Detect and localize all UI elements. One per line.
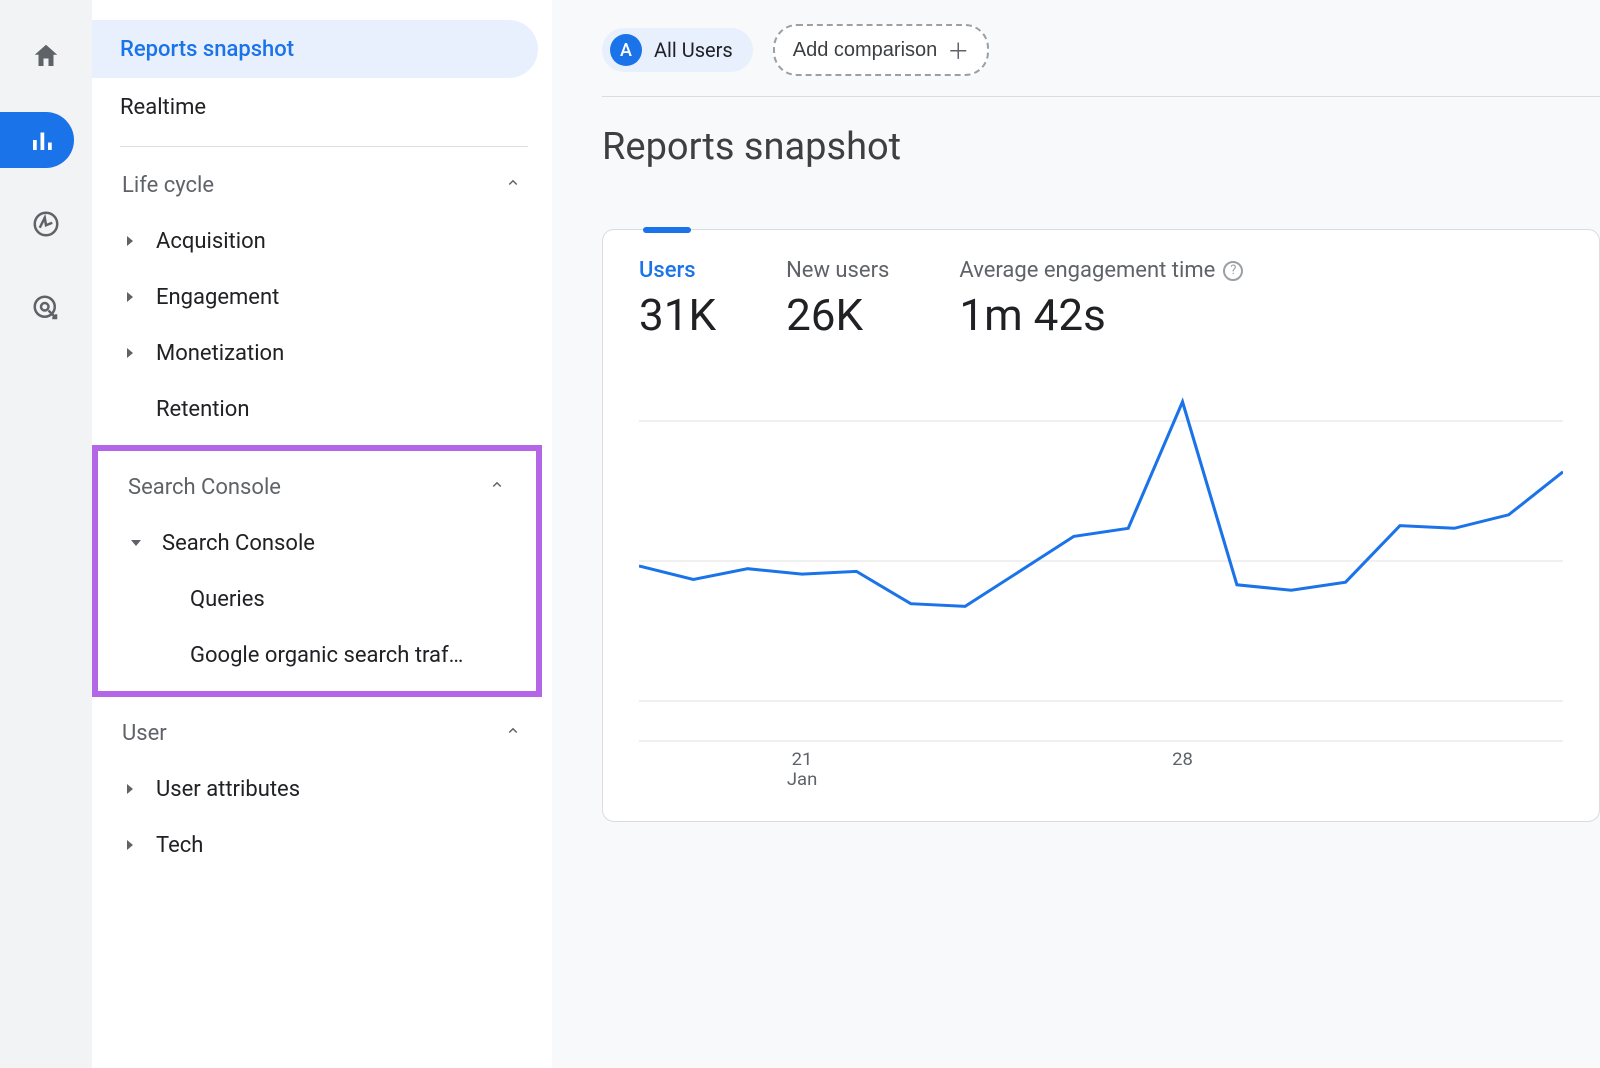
sidebar-item-label: Acquisition [156, 229, 266, 254]
section-title: Life cycle [122, 173, 214, 198]
sidebar-item-label: Queries [190, 587, 265, 612]
rail-home[interactable] [18, 28, 74, 84]
segment-avatar: A [610, 34, 642, 66]
button-label: Add comparison [793, 39, 938, 62]
divider [602, 96, 1600, 97]
caret-right-icon [122, 839, 138, 851]
metric-users[interactable]: Users 31K [639, 258, 716, 341]
help-icon[interactable]: ? [1223, 261, 1243, 281]
metric-label: New users [786, 258, 889, 283]
page-title: Reports snapshot [602, 125, 1600, 169]
metric-avg-engagement[interactable]: Average engagement time ? 1m 42s [959, 258, 1243, 341]
chevron-up-icon [504, 721, 522, 746]
metric-new-users[interactable]: New users 26K [786, 258, 889, 341]
sidebar-engagement[interactable]: Engagement [92, 269, 552, 325]
sidebar-item-label: Engagement [156, 285, 279, 310]
sidebar-organic-traffic[interactable]: Google organic search traf… [98, 627, 536, 683]
rail-advertising[interactable] [18, 280, 74, 336]
sidebar-item-label: Realtime [120, 95, 206, 120]
sidebar-monetization[interactable]: Monetization [92, 325, 552, 381]
sidebar-queries[interactable]: Queries [98, 571, 536, 627]
sidebar-item-label: User attributes [156, 777, 300, 802]
sidebar-item-label: Tech [156, 833, 203, 858]
sidebar-item-label: Search Console [162, 531, 315, 556]
chart-svg: 21Jan 28 [639, 381, 1563, 801]
svg-text:28: 28 [1172, 749, 1193, 770]
metric-value: 26K [786, 289, 889, 341]
search-console-highlight: Search Console Search Console Queries Go… [92, 445, 542, 697]
sidebar-tech[interactable]: Tech [92, 817, 552, 873]
sidebar-reports-snapshot[interactable]: Reports snapshot [92, 20, 538, 78]
sidebar-item-label: Reports snapshot [120, 37, 294, 62]
add-comparison-button[interactable]: Add comparison ＋ [773, 24, 990, 76]
plus-icon: ＋ [947, 34, 969, 66]
caret-right-icon [122, 347, 138, 359]
caret-right-icon [122, 235, 138, 247]
segment-chip-all-users[interactable]: A All Users [602, 28, 753, 72]
icon-rail [0, 0, 92, 1068]
rail-explore[interactable] [18, 196, 74, 252]
caret-down-icon [128, 538, 144, 548]
rail-reports[interactable] [0, 112, 74, 168]
section-header-user[interactable]: User [92, 705, 552, 761]
caret-right-icon [122, 783, 138, 795]
section-header-search-console[interactable]: Search Console [98, 459, 536, 515]
active-metric-indicator [643, 227, 691, 233]
overview-card: Users 31K New users 26K Average engageme… [602, 229, 1600, 822]
metric-label: Average engagement time ? [959, 258, 1243, 283]
users-line-chart: 21Jan 28 [639, 381, 1563, 801]
segment-label: All Users [654, 38, 733, 62]
main-content: A All Users Add comparison ＋ Reports sna… [552, 0, 1600, 1068]
explore-icon [31, 209, 61, 239]
divider [120, 146, 528, 147]
sidebar-search-console-group[interactable]: Search Console [98, 515, 536, 571]
section-header-lifecycle[interactable]: Life cycle [92, 157, 552, 213]
metric-label: Users [639, 258, 716, 283]
metric-value: 31K [639, 289, 716, 341]
home-icon [31, 41, 61, 71]
svg-text:21: 21 [792, 749, 813, 770]
metrics-row: Users 31K New users 26K Average engageme… [639, 258, 1563, 341]
sidebar: Reports snapshot Realtime Life cycle Acq… [92, 0, 552, 1068]
target-icon [31, 293, 61, 323]
chevron-up-icon [488, 475, 506, 500]
sidebar-item-label: Monetization [156, 341, 284, 366]
sidebar-retention[interactable]: Retention [92, 381, 552, 437]
caret-right-icon [122, 291, 138, 303]
metric-value: 1m 42s [959, 289, 1243, 341]
sidebar-item-label: Retention [156, 397, 249, 422]
comparison-bar: A All Users Add comparison ＋ [602, 24, 1600, 96]
sidebar-item-label: Google organic search traf… [190, 643, 463, 668]
sidebar-realtime[interactable]: Realtime [92, 78, 538, 136]
chevron-up-icon [504, 173, 522, 198]
section-title: User [122, 721, 167, 746]
sidebar-acquisition[interactable]: Acquisition [92, 213, 552, 269]
bar-chart-icon [28, 125, 58, 155]
svg-text:Jan: Jan [787, 769, 817, 790]
section-title: Search Console [128, 475, 281, 500]
sidebar-user-attributes[interactable]: User attributes [92, 761, 552, 817]
metric-label-text: Average engagement time [959, 258, 1215, 283]
